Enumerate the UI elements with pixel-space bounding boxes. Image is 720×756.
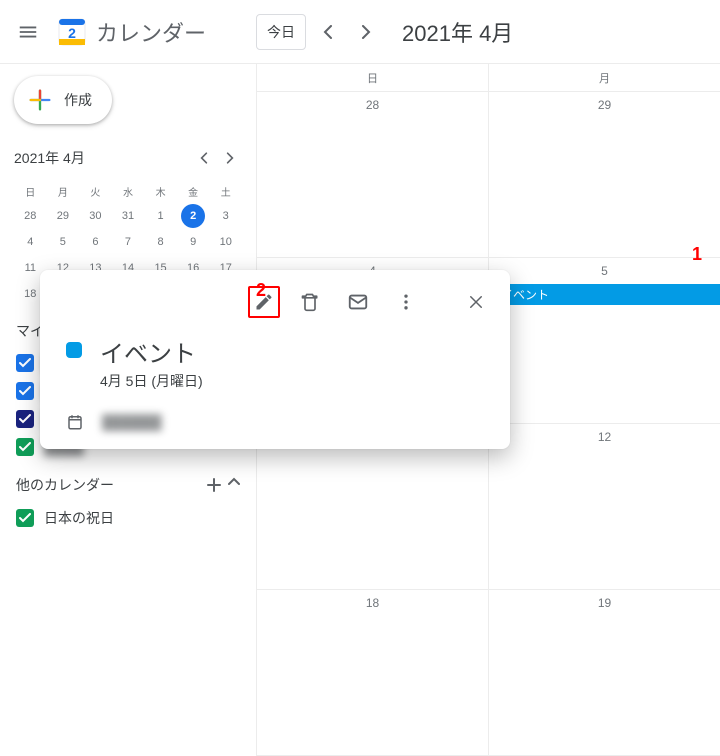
other-calendars-header[interactable]: 他のカレンダー (14, 467, 242, 503)
mini-dow-label: 日 (14, 180, 47, 203)
next-period-button[interactable] (350, 16, 382, 48)
day-number: 18 (257, 596, 488, 610)
menu-icon[interactable] (8, 12, 48, 52)
app-title: カレンダー (96, 16, 206, 48)
day-cell[interactable]: 29 (489, 92, 720, 257)
mini-dow-label: 木 (144, 180, 177, 203)
mini-day-cell[interactable]: 5 (51, 230, 75, 254)
event-chip[interactable]: イベント (493, 284, 720, 305)
edit-event-button[interactable] (248, 286, 280, 318)
more-options-button[interactable] (388, 284, 424, 320)
day-cell[interactable]: 5 イベント (489, 258, 720, 423)
mini-dow-label: 水 (112, 180, 145, 203)
mini-day-cell[interactable]: 29 (51, 204, 75, 228)
day-number: 29 (489, 98, 720, 112)
calendar-list-item[interactable]: 日本の祝日 (14, 503, 242, 533)
day-number: 19 (489, 596, 720, 610)
calendar-checkbox[interactable] (16, 509, 34, 527)
mini-dow-label: 月 (47, 180, 80, 203)
current-range-label: 2021年 4月 (402, 16, 513, 48)
mini-day-cell[interactable]: 8 (149, 230, 173, 254)
create-button-label: 作成 (64, 90, 92, 110)
calendar-icon (66, 413, 84, 431)
weekday-header: 月 (489, 64, 720, 91)
event-color-swatch (66, 342, 82, 358)
mini-dow-label: 金 (177, 180, 210, 203)
chevron-up-icon (228, 477, 240, 493)
svg-text:2: 2 (68, 25, 76, 41)
calendar-checkbox[interactable] (16, 438, 34, 456)
mini-day-cell[interactable]: 1 (149, 204, 173, 228)
calendar-checkbox[interactable] (16, 354, 34, 372)
other-calendars-label: 他のカレンダー (16, 475, 114, 495)
day-number: 5 (489, 264, 720, 278)
email-event-button[interactable] (340, 284, 376, 320)
calendar-logo-icon: 2 (52, 12, 92, 52)
mini-next-button[interactable] (218, 146, 242, 170)
mini-day-cell[interactable]: 9 (181, 230, 205, 254)
create-button[interactable]: 作成 (14, 76, 112, 124)
calendar-checkbox[interactable] (16, 410, 34, 428)
mini-dow-label: 火 (79, 180, 112, 203)
mini-day-cell[interactable]: 6 (83, 230, 107, 254)
app-header: 2 カレンダー 今日 2021年 4月 (0, 0, 720, 64)
mini-dow-label: 土 (209, 180, 242, 203)
day-number: 12 (489, 430, 720, 444)
event-date-label: 4月 5日 (月曜日) (100, 371, 203, 391)
mini-day-cell[interactable]: 31 (116, 204, 140, 228)
event-title: イベント (100, 334, 203, 369)
calendar-checkbox[interactable] (16, 382, 34, 400)
day-cell[interactable]: 18 (257, 590, 489, 755)
event-calendar-name: ██████ (102, 414, 162, 430)
day-cell[interactable]: 28 (257, 92, 489, 257)
day-cell[interactable]: 19 (489, 590, 720, 755)
add-calendar-icon[interactable] (206, 477, 222, 493)
today-button[interactable]: 今日 (256, 14, 306, 50)
prev-period-button[interactable] (312, 16, 344, 48)
mini-day-cell[interactable]: 28 (18, 204, 42, 228)
day-cell[interactable]: 12 (489, 424, 720, 589)
calendar-name-label: 日本の祝日 (44, 508, 114, 528)
mini-calendar-month-label: 2021年 4月 (14, 148, 85, 168)
mini-day-cell[interactable]: 18 (18, 282, 42, 306)
mini-day-cell[interactable]: 3 (214, 204, 238, 228)
mini-prev-button[interactable] (192, 146, 216, 170)
mini-day-cell[interactable]: 10 (214, 230, 238, 254)
close-popup-button[interactable] (458, 284, 494, 320)
mini-day-cell[interactable]: 11 (18, 256, 42, 280)
plus-icon (26, 86, 54, 114)
weekday-header: 日 (257, 64, 489, 91)
mini-day-cell[interactable]: 30 (83, 204, 107, 228)
event-popup: 2 イベント 4月 5日 (月曜日) █ (40, 270, 510, 449)
mini-day-cell[interactable]: 2 (181, 204, 205, 228)
delete-event-button[interactable] (292, 284, 328, 320)
day-number: 28 (257, 98, 488, 112)
mini-day-cell[interactable]: 7 (116, 230, 140, 254)
mini-calendar-header: 2021年 4月 (14, 146, 242, 170)
mini-day-cell[interactable]: 4 (18, 230, 42, 254)
